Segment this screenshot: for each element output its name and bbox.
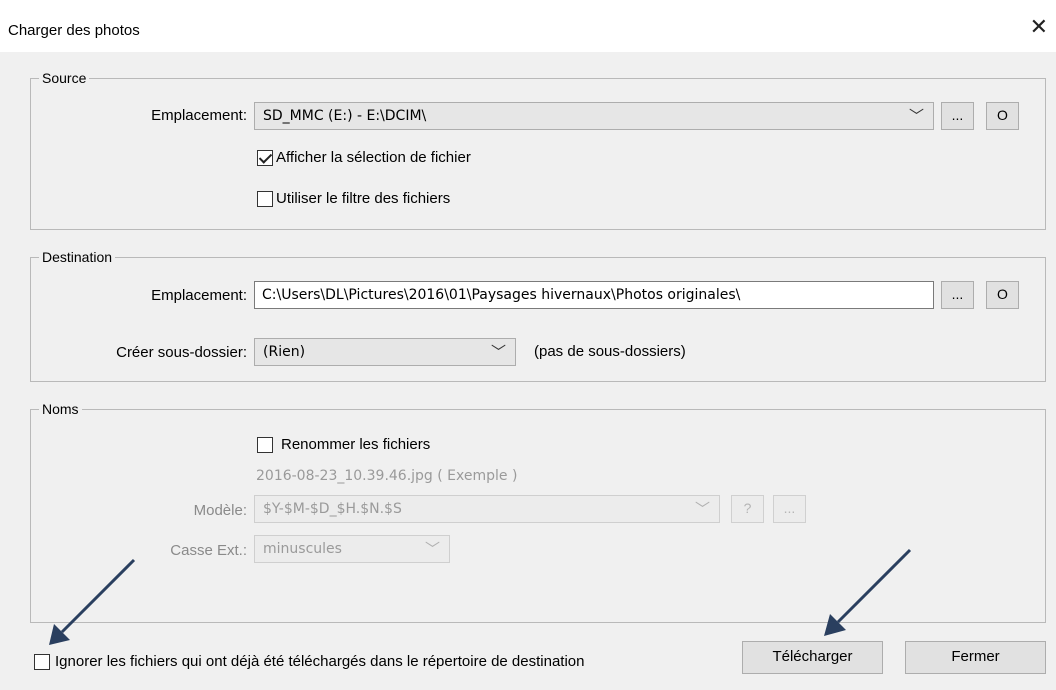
rename-example: 2016-08-23_10.39.46.jpg ( Exemple ) [256,468,518,484]
close-icon[interactable]: ✕ [1030,16,1048,38]
destination-browse-button[interactable]: ... [941,281,974,309]
template-value: $Y-$M-$D_$H.$N.$S [263,501,402,517]
chevron-down-icon: ﹀ [694,500,710,518]
subfolder-label: Créer sous-dossier: [116,344,247,361]
chevron-down-icon: ﹀ [490,343,506,361]
destination-group: Destination [30,249,1046,382]
show-selection-checkbox[interactable] [257,150,273,166]
template-help-button[interactable]: ? [731,495,764,523]
ignore-downloaded-checkbox[interactable] [34,654,50,670]
destination-open-button[interactable]: O [986,281,1019,309]
title-bar: Charger des photos ✕ [0,0,1056,52]
subfolder-value: (Rien) [263,344,306,360]
template-more-button[interactable]: ... [773,495,806,523]
chevron-down-icon: ﹀ [908,107,924,125]
source-location-label: Emplacement: [151,107,247,124]
ext-case-label: Casse Ext.: [170,542,247,559]
subfolder-hint: (pas de sous-dossiers) [534,343,686,360]
show-selection-label: Afficher la sélection de fichier [276,149,471,166]
ignore-downloaded-label: Ignorer les fichiers qui ont déjà été té… [55,653,585,670]
template-combo[interactable]: $Y-$M-$D_$H.$N.$S ﹀ [254,495,720,523]
rename-label: Renommer les fichiers [281,436,431,453]
subfolder-combo[interactable]: (Rien) ﹀ [254,338,516,366]
source-location-combo[interactable]: SD_MMC (E:) - E:\DCIM\ ﹀ [254,102,934,130]
ext-case-value: minuscules [263,541,342,557]
destination-location-label: Emplacement: [151,287,247,304]
rename-checkbox[interactable] [257,437,273,453]
template-label: Modèle: [193,502,247,519]
source-group: Source [30,70,1046,230]
download-button[interactable]: Télécharger [742,641,883,674]
destination-legend: Destination [39,249,116,265]
close-button[interactable]: Fermer [905,641,1046,674]
source-location-value: SD_MMC (E:) - E:\DCIM\ [263,108,427,124]
chevron-down-icon: ﹀ [424,540,440,558]
use-filter-checkbox[interactable] [257,191,273,207]
ext-case-combo[interactable]: minuscules ﹀ [254,535,450,563]
names-legend: Noms [39,401,82,417]
source-open-button[interactable]: O [986,102,1019,130]
source-legend: Source [39,70,90,86]
use-filter-label: Utiliser le filtre des fichiers [276,190,451,207]
window-title: Charger des photos [8,22,140,39]
destination-location-input[interactable]: C:\Users\DL\Pictures\2016\01\Paysages hi… [254,281,934,309]
source-browse-button[interactable]: ... [941,102,974,130]
